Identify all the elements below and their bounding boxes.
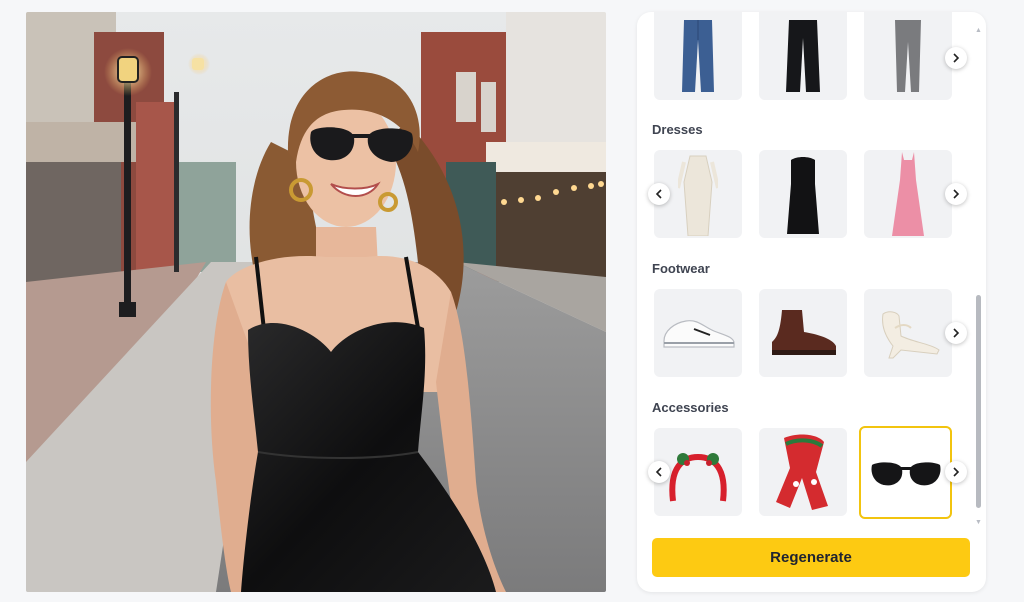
chevron-right-icon (953, 467, 960, 477)
item-black-sunglasses-selected[interactable] (859, 426, 952, 519)
footwear-row (654, 289, 969, 377)
white-lace-dress-icon (678, 155, 718, 236)
white-sneaker-icon (663, 320, 735, 348)
section-title-dresses: Dresses (652, 122, 703, 137)
item-white-sneaker[interactable] (654, 289, 742, 377)
brown-chelsea-boot-icon (772, 310, 836, 355)
outfit-selector-panel: Dresses Footwear Accessories ▲ ▼ Regener… (637, 12, 986, 592)
blue-jeans-icon (682, 20, 714, 92)
item-brown-chelsea-boot[interactable] (759, 289, 847, 377)
accessories-row (648, 426, 969, 519)
footwear-next-arrow[interactable] (945, 322, 967, 344)
item-black-trousers[interactable] (759, 12, 847, 100)
christmas-scarf-icon (776, 434, 828, 510)
grey-leggings-icon (895, 20, 921, 92)
dresses-prev-arrow[interactable] (648, 183, 670, 205)
dresses-next-arrow[interactable] (945, 183, 967, 205)
section-title-footwear: Footwear (652, 261, 710, 276)
chevron-right-icon (953, 53, 960, 63)
dresses-row (648, 150, 969, 238)
panel-scrollbar[interactable]: ▲ ▼ (975, 27, 982, 526)
chevron-left-icon (655, 467, 662, 477)
item-pink-maxi-dress[interactable] (864, 150, 952, 238)
generated-outfit-photo (26, 12, 606, 592)
section-title-accessories: Accessories (652, 400, 729, 415)
scroll-up-arrow-icon[interactable]: ▲ (975, 27, 982, 34)
black-strapless-dress-icon (787, 157, 819, 234)
chevron-right-icon (953, 189, 960, 199)
christmas-headband-icon (669, 453, 727, 502)
item-blue-jeans[interactable] (654, 12, 742, 100)
accessories-prev-arrow[interactable] (648, 461, 670, 483)
item-grey-leggings[interactable] (864, 12, 952, 100)
item-black-strapless-dress[interactable] (759, 150, 847, 238)
scrollbar-thumb[interactable] (976, 295, 981, 508)
pink-maxi-dress-icon (892, 152, 924, 236)
scroll-down-arrow-icon[interactable]: ▼ (975, 519, 982, 526)
regenerate-button[interactable]: Regenerate (652, 538, 970, 577)
item-white-strappy-heel[interactable] (864, 289, 952, 377)
bottoms-row (654, 12, 969, 100)
chevron-right-icon (953, 328, 960, 338)
black-sunglasses-icon (871, 461, 940, 485)
outfit-options-list[interactable]: Dresses Footwear Accessories (637, 12, 986, 527)
item-christmas-scarf[interactable] (759, 428, 847, 516)
accessories-next-arrow[interactable] (945, 461, 967, 483)
black-trousers-icon (786, 20, 820, 92)
white-strappy-heel-icon (882, 311, 940, 359)
bottoms-next-arrow[interactable] (945, 47, 967, 69)
chevron-left-icon (655, 189, 662, 199)
photo-illustration (26, 12, 606, 592)
